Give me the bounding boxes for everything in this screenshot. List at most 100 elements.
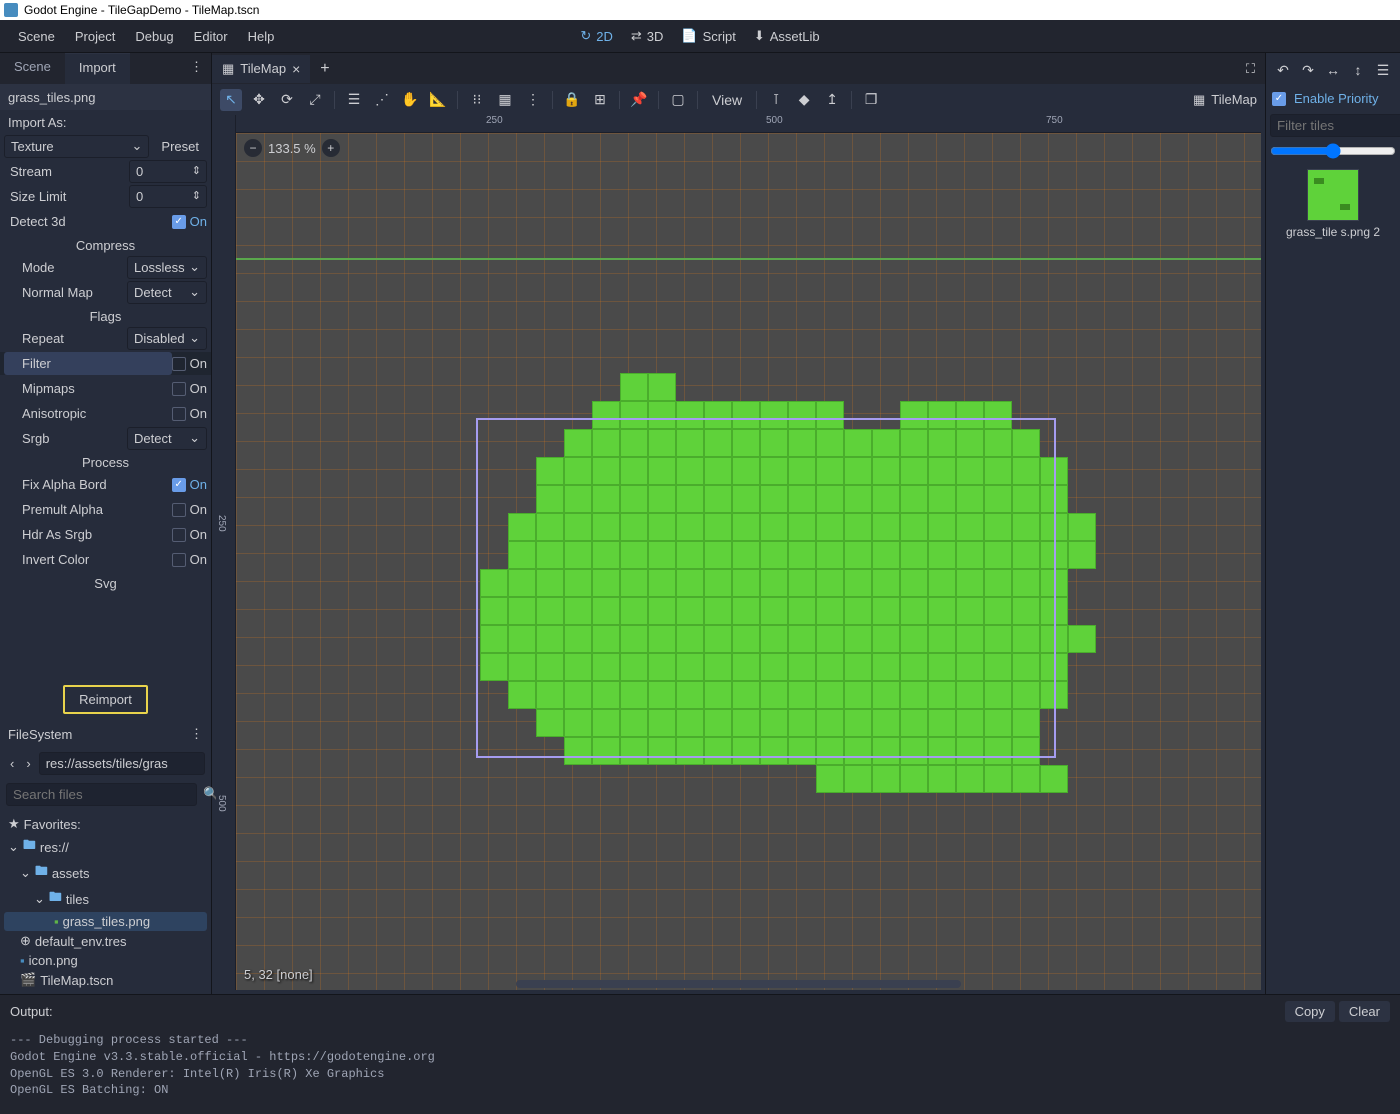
rotate-tool-icon[interactable]: ⟳ <box>276 89 298 111</box>
undo-icon[interactable]: ↶ <box>1272 59 1294 81</box>
tilemap-area[interactable] <box>396 373 1096 793</box>
redo-icon[interactable]: ↷ <box>1297 59 1319 81</box>
mode-select[interactable]: Lossless <box>127 256 207 279</box>
zoom-in-icon[interactable]: + <box>322 139 340 157</box>
layers-icon[interactable]: ❐ <box>860 89 882 111</box>
path-field[interactable]: res://assets/tiles/gras <box>39 752 205 775</box>
scrollbar-h[interactable] <box>516 980 961 988</box>
tree-assets[interactable]: ⌄🖿assets <box>4 860 207 886</box>
tile-thumb[interactable]: grass_tile s.png 2 <box>1270 165 1396 243</box>
fixalpha-checkbox[interactable]: ✓ <box>172 478 186 492</box>
tree-grass-png[interactable]: ▪grass_tiles.png <box>4 912 207 931</box>
key-icon[interactable]: ◆ <box>793 89 815 111</box>
import-as-label: Import As: <box>0 110 211 135</box>
tree-icon[interactable]: ▪icon.png <box>4 951 207 970</box>
repeat-label: Repeat <box>4 327 127 350</box>
tile-size-slider[interactable] <box>1270 143 1396 159</box>
list-select-icon[interactable]: ☰ <box>343 89 365 111</box>
camera-icon[interactable]: ▢ <box>667 89 689 111</box>
snap-icon[interactable]: ⁝⁝ <box>466 89 488 111</box>
aniso-checkbox[interactable] <box>172 407 186 421</box>
flip-h-icon[interactable]: ↔ <box>1322 59 1344 81</box>
favorites-item[interactable]: ★Favorites: <box>4 814 207 834</box>
scale-tool-icon[interactable]: ⤢ <box>304 89 326 111</box>
pan-icon[interactable]: ✋ <box>399 89 421 111</box>
filter-checkbox[interactable] <box>172 357 186 371</box>
clear-button[interactable]: Clear <box>1339 1001 1390 1022</box>
snap-menu-icon[interactable]: ⋮ <box>522 89 544 111</box>
detect3d-checkbox[interactable]: ✓ <box>172 215 186 229</box>
copy-button[interactable]: Copy <box>1285 1001 1335 1022</box>
view-menu[interactable]: View <box>706 89 748 111</box>
move-tool-icon[interactable]: ✥ <box>248 89 270 111</box>
close-icon[interactable]: × <box>292 61 300 77</box>
filter-label: Filter <box>4 352 172 375</box>
tree-res[interactable]: ⌄🖿res:// <box>4 834 207 860</box>
import-type-select[interactable]: Texture <box>4 135 149 158</box>
premult-checkbox[interactable] <box>172 503 186 517</box>
srgb-select[interactable]: Detect <box>127 427 207 450</box>
menu-project[interactable]: Project <box>65 25 125 48</box>
nav-back-icon[interactable]: ‹ <box>6 754 18 773</box>
flip-v-icon[interactable]: ↕ <box>1347 59 1369 81</box>
menu-scene[interactable]: Scene <box>8 25 65 48</box>
preset-button[interactable]: Preset <box>153 136 207 157</box>
canvas-viewport[interactable] <box>236 133 1261 990</box>
distraction-free-icon[interactable]: ⛶ <box>1236 55 1265 83</box>
chevron-down-icon: ⌄ <box>34 891 45 907</box>
script-icon: 📄 <box>681 28 697 44</box>
sphere-icon: ⊕ <box>20 933 31 949</box>
mipmaps-label: Mipmaps <box>4 377 172 400</box>
dock-menu-icon[interactable]: ⋮ <box>182 53 211 84</box>
add-scene-icon[interactable]: + <box>310 54 339 84</box>
menu-debug[interactable]: Debug <box>125 25 183 48</box>
grid-snap-icon[interactable]: ▦ <box>494 89 516 111</box>
dock-menu-icon[interactable]: ⋮ <box>190 726 203 742</box>
scene-tab-tilemap[interactable]: ▦ TileMap × <box>212 55 310 83</box>
zoom-out-icon[interactable]: − <box>244 139 262 157</box>
anchor-icon[interactable]: ↥ <box>821 89 843 111</box>
workspace-2d[interactable]: ↻2D <box>580 28 613 44</box>
hdrsrgb-label: Hdr As Srgb <box>4 523 172 546</box>
tree-env[interactable]: ⊕default_env.tres <box>4 931 207 951</box>
invert-checkbox[interactable] <box>172 553 186 567</box>
menu-editor[interactable]: Editor <box>184 25 238 48</box>
bone-icon[interactable]: 📌 <box>628 89 650 111</box>
tab-import[interactable]: Import <box>65 53 130 84</box>
scene-icon: 🎬 <box>20 972 36 988</box>
reimport-button[interactable]: Reimport <box>63 685 148 714</box>
menu-help[interactable]: Help <box>238 25 285 48</box>
search-input[interactable] <box>6 783 197 806</box>
stream-spinner[interactable]: 0 <box>129 160 207 183</box>
tile-preview-icon <box>1307 169 1359 221</box>
normalmap-select[interactable]: Detect <box>127 281 207 304</box>
ruler-vertical: 250 500 <box>216 115 236 990</box>
settings-icon[interactable]: ☰ <box>1372 59 1394 81</box>
sizelimit-spinner[interactable]: 0 <box>129 185 207 208</box>
lock-icon[interactable]: 🔒 <box>561 89 583 111</box>
import-file: grass_tiles.png <box>0 84 211 110</box>
filesystem-title: FileSystem <box>8 727 72 742</box>
repeat-select[interactable]: Disabled <box>127 327 207 350</box>
workspace-3d[interactable]: ⇄3D <box>631 28 664 44</box>
select-tool-icon[interactable]: ↖ <box>220 89 242 111</box>
ruler-icon[interactable]: 📐 <box>427 89 449 111</box>
godot-logo-icon <box>4 3 18 17</box>
chevron-down-icon: ⌄ <box>8 839 19 855</box>
flags-header: Flags <box>0 306 211 327</box>
center-icon[interactable]: ⊺ <box>765 89 787 111</box>
nav-fwd-icon[interactable]: › <box>22 754 34 773</box>
lock-children-icon[interactable]: ⋰ <box>371 89 393 111</box>
group-icon[interactable]: ⊞ <box>589 89 611 111</box>
mipmaps-checkbox[interactable] <box>172 382 186 396</box>
workspace-assetlib[interactable]: ⬇AssetLib <box>754 28 820 44</box>
filter-tiles-input[interactable] <box>1270 114 1400 137</box>
srgb-label: Srgb <box>4 427 127 450</box>
workspace-script[interactable]: 📄Script <box>681 28 735 44</box>
tree-tiles[interactable]: ⌄🖿tiles <box>4 886 207 912</box>
tab-scene[interactable]: Scene <box>0 53 65 84</box>
enable-priority-checkbox[interactable]: ✓ <box>1272 92 1286 106</box>
image-icon: ▪ <box>20 953 25 968</box>
tree-tilemap[interactable]: 🎬TileMap.tscn <box>4 970 207 990</box>
hdrsrgb-checkbox[interactable] <box>172 528 186 542</box>
